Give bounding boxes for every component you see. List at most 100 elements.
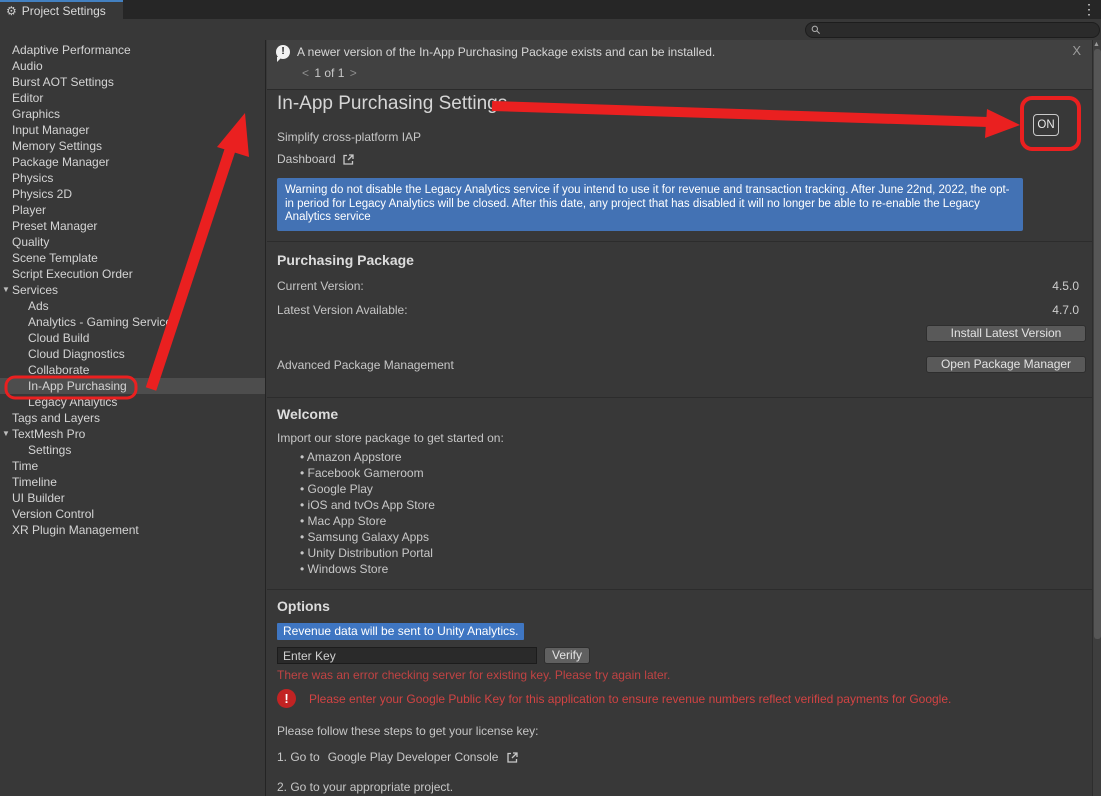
sidebar-item-script-execution-order[interactable]: Script Execution Order [0,266,265,282]
list-item: iOS and tvOs App Store [300,497,435,513]
sidebar-item-memory-settings[interactable]: Memory Settings [0,138,265,154]
sidebar-item-cloud-build[interactable]: Cloud Build [0,330,265,346]
section-divider [267,589,1092,590]
search-icon [811,25,821,35]
license-key-input[interactable] [277,647,537,664]
sidebar-item-cloud-diagnostics[interactable]: Cloud Diagnostics [0,346,265,362]
tab-bar: ⚙ Project Settings ⋮ [0,0,1101,19]
alert-bubble-icon: ! [276,45,290,59]
iap-toggle-on-button[interactable]: ON [1033,114,1059,136]
close-icon[interactable]: X [1072,43,1081,58]
sidebar-item-player[interactable]: Player [0,202,265,218]
main-panel: ! A newer version of the In-App Purchasi… [267,40,1101,796]
sidebar-item-graphics[interactable]: Graphics [0,106,265,122]
caret-down-icon[interactable]: ▼ [2,427,10,441]
list-item: Unity Distribution Portal [300,545,435,561]
search-box[interactable] [805,22,1100,38]
license-step-2: 2. Go to your appropriate project. [277,780,453,794]
google-play-console-link[interactable]: Google Play Developer Console [328,750,499,764]
legacy-analytics-warning: Warning do not disable the Legacy Analyt… [277,178,1023,231]
store-list: Amazon Appstore Facebook Gameroom Google… [300,449,435,577]
pager-text: 1 of 1 [314,66,344,80]
google-key-warning-text: Please enter your Google Public Key for … [309,692,951,706]
sidebar-item-quality[interactable]: Quality [0,234,265,250]
open-package-manager-button[interactable]: Open Package Manager [926,356,1086,373]
sidebar-item-services[interactable]: ▼ Services [0,282,265,298]
sidebar-item-tags-and-layers[interactable]: Tags and Layers [0,410,265,426]
current-version-label: Current Version: [277,279,364,293]
sidebar-item-label: Services [12,283,58,297]
tab-project-settings[interactable]: ⚙ Project Settings [0,0,123,19]
welcome-intro: Import our store package to get started … [277,431,504,445]
error-icon: ! [277,689,296,708]
sidebar-item-adaptive-performance[interactable]: Adaptive Performance [0,42,265,58]
server-error-text: There was an error checking server for e… [277,668,670,682]
dashboard-link-label: Dashboard [277,152,336,166]
list-item: Amazon Appstore [300,449,435,465]
sidebar-item-textmesh-settings[interactable]: Settings [0,442,265,458]
advanced-package-management-label: Advanced Package Management [277,358,454,372]
options-heading: Options [277,598,330,614]
pager-next-icon[interactable]: > [348,66,359,80]
sidebar-item-editor[interactable]: Editor [0,90,265,106]
sidebar-item-textmesh-pro[interactable]: ▼ TextMesh Pro [0,426,265,442]
analytics-revenue-badge: Revenue data will be sent to Unity Analy… [277,623,524,640]
sidebar-item-input-manager[interactable]: Input Manager [0,122,265,138]
list-item: Google Play [300,481,435,497]
sidebar-item-analytics-gaming-services[interactable]: Analytics - Gaming Services [0,314,265,330]
current-version-value: 4.5.0 [1052,279,1079,293]
sidebar-item-physics[interactable]: Physics [0,170,265,186]
list-item: Mac App Store [300,513,435,529]
list-item: Windows Store [300,561,435,577]
sidebar-item-label: TextMesh Pro [12,427,85,441]
project-settings-window: ⚙ Project Settings ⋮ Adaptive Performanc… [0,0,1101,796]
gear-icon: ⚙ [6,5,17,17]
sidebar-item-physics-2d[interactable]: Physics 2D [0,186,265,202]
sidebar-item-legacy-analytics[interactable]: Legacy Analytics [0,394,265,410]
latest-version-label: Latest Version Available: [277,303,408,317]
license-steps-intro: Please follow these steps to get your li… [277,724,538,738]
external-link-icon [342,153,355,166]
settings-sidebar: Adaptive Performance Audio Burst AOT Set… [0,40,266,796]
kebab-menu-icon[interactable]: ⋮ [1082,1,1096,18]
latest-version-value: 4.7.0 [1052,303,1079,317]
sidebar-item-version-control[interactable]: Version Control [0,506,265,522]
sidebar-item-package-manager[interactable]: Package Manager [0,154,265,170]
sidebar-item-collaborate[interactable]: Collaborate [0,362,265,378]
section-divider [267,397,1092,398]
welcome-heading: Welcome [277,406,338,422]
scrollbar-thumb[interactable] [1094,49,1101,639]
sidebar-item-ads[interactable]: Ads [0,298,265,314]
install-latest-version-button[interactable]: Install Latest Version [926,325,1086,342]
sidebar-item-audio[interactable]: Audio [0,58,265,74]
update-notification-banner: ! A newer version of the In-App Purchasi… [267,40,1101,90]
vertical-scrollbar[interactable] [1092,40,1101,796]
section-divider [267,241,1092,242]
sidebar-item-xr-plugin-management[interactable]: XR Plugin Management [0,522,265,538]
list-item: Facebook Gameroom [300,465,435,481]
caret-down-icon[interactable]: ▼ [2,283,10,297]
list-item: Samsung Galaxy Apps [300,529,435,545]
sidebar-item-ui-builder[interactable]: UI Builder [0,490,265,506]
sidebar-item-preset-manager[interactable]: Preset Manager [0,218,265,234]
page-title: In-App Purchasing Settings [277,93,507,115]
page-subtitle: Simplify cross-platform IAP [277,130,421,144]
banner-message: A newer version of the In-App Purchasing… [297,45,715,59]
dashboard-link[interactable]: Dashboard [277,152,355,166]
license-step-1: 1. Go to Google Play Developer Console [277,750,519,764]
sidebar-item-scene-template[interactable]: Scene Template [0,250,265,266]
sidebar-item-timeline[interactable]: Timeline [0,474,265,490]
pager-prev-icon[interactable]: < [300,66,311,80]
verify-button[interactable]: Verify [544,647,590,664]
purchasing-package-heading: Purchasing Package [277,252,414,268]
toolbar [0,19,1101,40]
scroll-up-icon[interactable]: ▲ [1093,41,1100,48]
sidebar-item-in-app-purchasing[interactable]: In-App Purchasing [0,378,265,394]
banner-pager: < 1 of 1 > [300,66,359,80]
sidebar-item-time[interactable]: Time [0,458,265,474]
sidebar-item-burst-aot-settings[interactable]: Burst AOT Settings [0,74,265,90]
external-link-icon[interactable] [506,751,519,764]
tab-label: Project Settings [22,4,106,18]
step1-prefix: 1. Go to [277,750,320,764]
search-input[interactable] [821,24,1099,36]
